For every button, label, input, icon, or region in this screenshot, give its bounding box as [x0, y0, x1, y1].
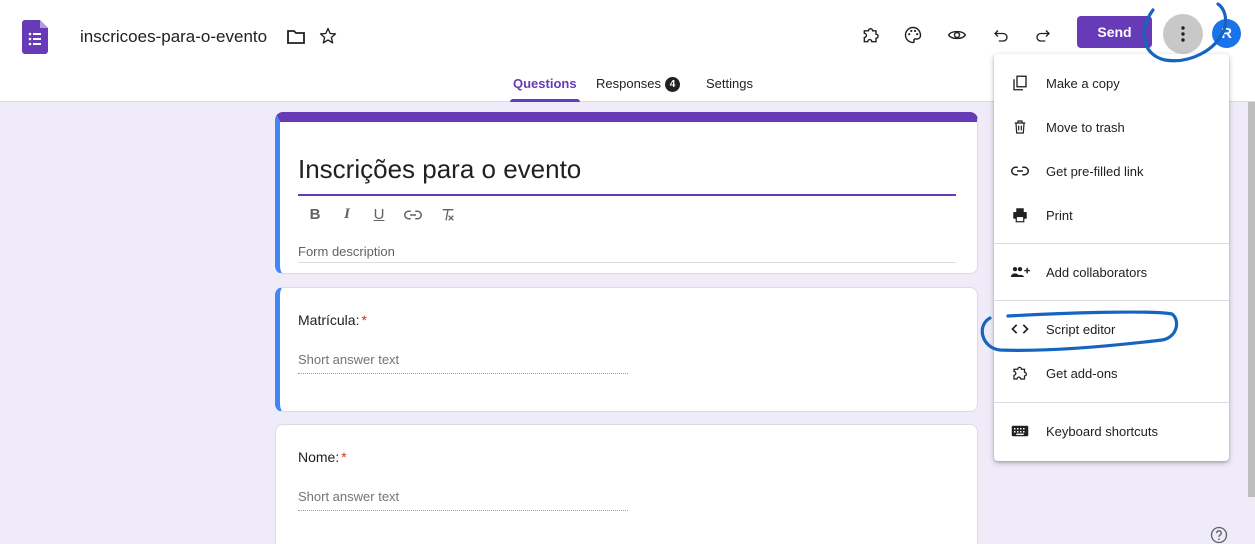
menu-item-prefilled-link[interactable]: Get pre-filled link	[994, 149, 1229, 193]
help-icon[interactable]	[1210, 526, 1228, 544]
account-avatar[interactable]: R	[1212, 19, 1241, 48]
more-vert-icon	[1181, 26, 1185, 42]
form-title[interactable]: Inscrições para o evento	[298, 154, 581, 185]
more-options-menu: Make a copy Move to trash Get pre-filled…	[994, 54, 1229, 461]
star-icon[interactable]	[318, 26, 338, 46]
menu-item-get-addons[interactable]: Get add-ons	[994, 351, 1229, 395]
more-options-button[interactable]	[1163, 14, 1203, 54]
print-icon	[1010, 205, 1030, 225]
title-underline	[298, 194, 956, 196]
question-label: Matrícula: *	[298, 312, 367, 328]
tab-settings[interactable]: Settings	[706, 76, 753, 102]
underline-button[interactable]: U	[372, 206, 386, 223]
link-icon	[1010, 161, 1030, 181]
short-answer-line	[298, 373, 628, 374]
short-answer-placeholder: Short answer text	[298, 489, 400, 504]
folder-icon[interactable]	[286, 28, 306, 46]
question-card-nome[interactable]: Nome: * Short answer text	[275, 424, 978, 544]
undo-icon[interactable]	[988, 22, 1014, 48]
form-description-input[interactable]: Form description	[298, 244, 395, 259]
addons-puzzle-icon[interactable]	[858, 22, 884, 48]
palette-icon[interactable]	[900, 22, 926, 48]
redo-icon[interactable]	[1030, 22, 1056, 48]
italic-button[interactable]: I	[340, 206, 354, 223]
responses-count-badge: 4	[665, 77, 681, 92]
forms-app-icon[interactable]	[22, 20, 48, 54]
required-asterisk: *	[341, 449, 347, 465]
trash-icon	[1010, 117, 1030, 137]
form-title-card[interactable]: Inscrições para o evento B I U Form desc…	[275, 112, 978, 274]
preview-eye-icon[interactable]	[944, 22, 970, 48]
menu-divider	[994, 243, 1229, 244]
puzzle-icon	[1010, 363, 1030, 383]
keyboard-icon	[1010, 421, 1030, 441]
page-scrollbar[interactable]	[1248, 102, 1255, 497]
link-icon[interactable]	[404, 209, 422, 221]
code-icon	[1010, 319, 1030, 339]
short-answer-placeholder: Short answer text	[298, 352, 400, 367]
required-asterisk: *	[361, 312, 367, 328]
menu-item-add-collaborators[interactable]: Add collaborators	[994, 250, 1229, 294]
tab-questions[interactable]: Questions	[510, 76, 580, 102]
add-people-icon	[1010, 262, 1030, 282]
menu-item-script-editor[interactable]: Script editor	[994, 307, 1229, 351]
clear-format-icon[interactable]	[440, 207, 456, 223]
menu-item-move-to-trash[interactable]: Move to trash	[994, 105, 1229, 149]
short-answer-line	[298, 510, 628, 511]
menu-divider	[994, 402, 1229, 403]
menu-item-keyboard-shortcuts[interactable]: Keyboard shortcuts	[994, 409, 1229, 453]
description-underline	[298, 262, 956, 263]
tab-responses[interactable]: Responses 4	[596, 76, 681, 102]
menu-divider	[994, 300, 1229, 301]
format-toolbar: B I U	[308, 206, 456, 223]
menu-item-print[interactable]: Print	[994, 193, 1229, 237]
bold-button[interactable]: B	[308, 206, 322, 223]
question-card-matricula[interactable]: Matrícula: * Short answer text	[275, 287, 978, 412]
send-button[interactable]: Send	[1077, 16, 1152, 48]
copy-icon	[1010, 73, 1030, 93]
document-title[interactable]: inscricoes-para-o-evento	[80, 27, 267, 47]
menu-item-make-copy[interactable]: Make a copy	[994, 61, 1229, 105]
question-label: Nome: *	[298, 449, 347, 465]
